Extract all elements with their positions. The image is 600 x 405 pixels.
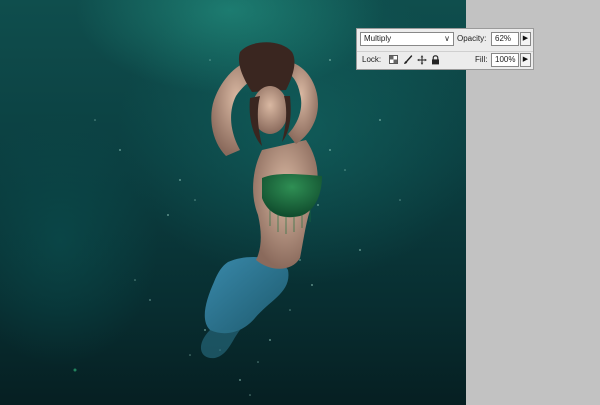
opacity-label: Opacity: bbox=[457, 34, 487, 43]
brush-icon[interactable] bbox=[402, 54, 413, 65]
layers-panel: Multiply ∨ Opacity: 62% ▶ Lock: Fill: 10… bbox=[356, 28, 534, 70]
padlock-icon[interactable] bbox=[430, 54, 441, 65]
blend-mode-value: Multiply bbox=[364, 34, 392, 43]
opacity-flyout-button[interactable]: ▶ bbox=[520, 32, 531, 46]
blend-opacity-row: Multiply ∨ Opacity: 62% ▶ bbox=[357, 30, 533, 48]
triangle-right-icon: ▶ bbox=[522, 35, 529, 42]
lock-label: Lock: bbox=[362, 55, 382, 64]
move-icon[interactable] bbox=[416, 54, 427, 65]
triangle-right-icon: ▶ bbox=[522, 56, 529, 63]
fill-input[interactable]: 100% bbox=[491, 53, 519, 67]
lock-fill-row: Lock: Fill: 100% ▶ bbox=[357, 51, 533, 70]
checkerboard-icon[interactable] bbox=[388, 54, 399, 65]
fill-label: Fill: bbox=[475, 55, 488, 64]
blend-mode-select[interactable]: Multiply ∨ bbox=[360, 32, 454, 46]
opacity-input[interactable]: 62% bbox=[491, 32, 519, 46]
chevron-down-icon: ∨ bbox=[444, 34, 450, 43]
fill-flyout-button[interactable]: ▶ bbox=[520, 53, 531, 67]
particles bbox=[73, 59, 401, 396]
